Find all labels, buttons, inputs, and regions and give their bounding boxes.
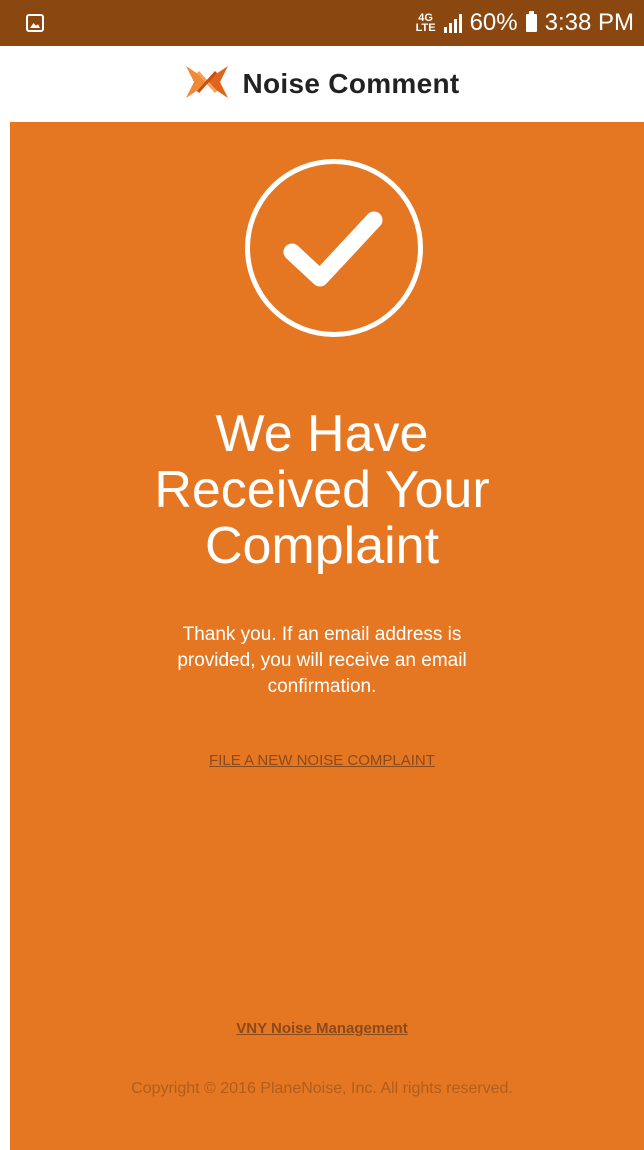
headline-line: Received Your	[154, 461, 490, 519]
signal-icon	[443, 13, 462, 33]
headline: We Have Received Your Complaint	[0, 406, 644, 574]
noise-logo-icon	[184, 62, 230, 107]
app-title: Noise Comment	[242, 68, 460, 99]
status-bar-right: 4G LTE 60% 3:38 PM	[416, 9, 634, 37]
headline-line: We Have	[215, 405, 429, 463]
headline-line: Complaint	[204, 517, 440, 575]
message-line: Thank you. If an email address is	[182, 624, 462, 645]
file-new-complaint-link[interactable]: FILE A NEW NOISE COMPLAINT	[0, 752, 644, 769]
copyright-text: Copyright © 2016 PlaneNoise, Inc. All ri…	[131, 1080, 513, 1097]
vny-noise-management-link[interactable]: VNY Noise Management	[0, 1020, 644, 1037]
status-bar: 4G LTE 60% 3:38 PM	[0, 0, 644, 46]
message-line: provided, you will receive an email	[177, 650, 467, 671]
battery-icon	[525, 11, 537, 32]
battery-percent: 60%	[469, 9, 518, 36]
status-bar-left	[26, 14, 416, 32]
clock: 3:38 PM	[544, 9, 634, 36]
message-line: confirmation.	[267, 676, 377, 697]
gallery-icon	[26, 14, 44, 32]
app-header: Noise Comment	[0, 46, 644, 122]
network-icon: 4G LTE	[415, 12, 436, 34]
confirmation-panel: We Have Received Your Complaint Thank yo…	[10, 122, 644, 1150]
confirmation-message: Thank you. If an email address is provid…	[0, 622, 644, 700]
check-circle-icon	[245, 159, 423, 337]
